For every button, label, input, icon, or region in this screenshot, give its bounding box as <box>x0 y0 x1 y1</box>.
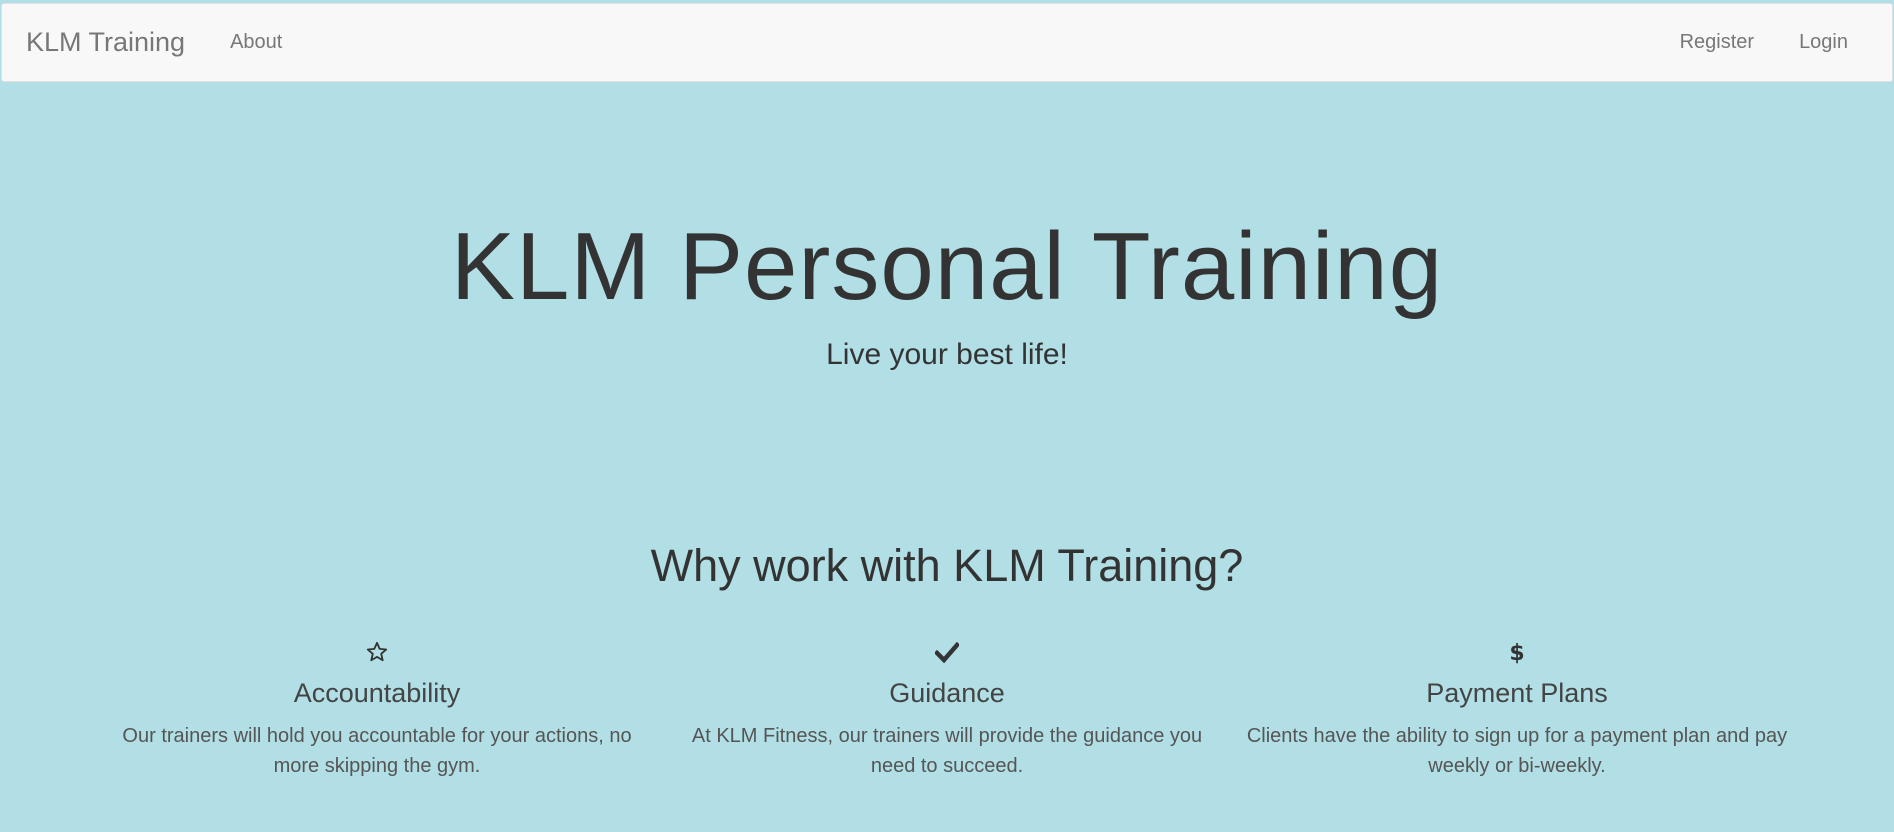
brand-link[interactable]: KLM Training <box>26 27 185 58</box>
why-section: Why work with KLM Training? <box>0 540 1894 592</box>
feature-payment-plans: $ Payment Plans Clients have the ability… <box>1237 636 1797 781</box>
feature-title: Guidance <box>889 678 1005 708</box>
hero-title: KLM Personal Training <box>450 213 1444 320</box>
feature-title: Payment Plans <box>1426 678 1608 708</box>
navbar: KLM Training About Register Login <box>1 3 1893 82</box>
feature-accountability: Accountability Our trainers will hold yo… <box>97 636 657 781</box>
dollar-icon: $ <box>1509 636 1525 666</box>
feature-text: At KLM Fitness, our trainers will provid… <box>691 725 1203 777</box>
feature-guidance: Guidance At KLM Fitness, our trainers wi… <box>667 636 1227 781</box>
feature-text: Our trainers will hold you accountable f… <box>122 725 632 777</box>
hero-section: KLM Personal Training Live your best lif… <box>0 82 1894 372</box>
nav-right-group: Register Login <box>1680 31 1868 54</box>
hero-subtitle: Live your best life! <box>826 338 1068 371</box>
features-row: Accountability Our trainers will hold yo… <box>97 636 1797 781</box>
feature-text: Clients have the ability to sign up for … <box>1246 725 1788 777</box>
feature-title: Accountability <box>293 678 461 708</box>
nav-link-about[interactable]: About <box>230 31 282 54</box>
svg-text:$: $ <box>1509 641 1524 665</box>
nav-link-register[interactable]: Register <box>1680 31 1754 54</box>
why-title: Why work with KLM Training? <box>650 540 1244 591</box>
nav-link-login[interactable]: Login <box>1799 31 1848 54</box>
checkmark-icon <box>933 636 961 666</box>
star-icon <box>366 636 388 666</box>
